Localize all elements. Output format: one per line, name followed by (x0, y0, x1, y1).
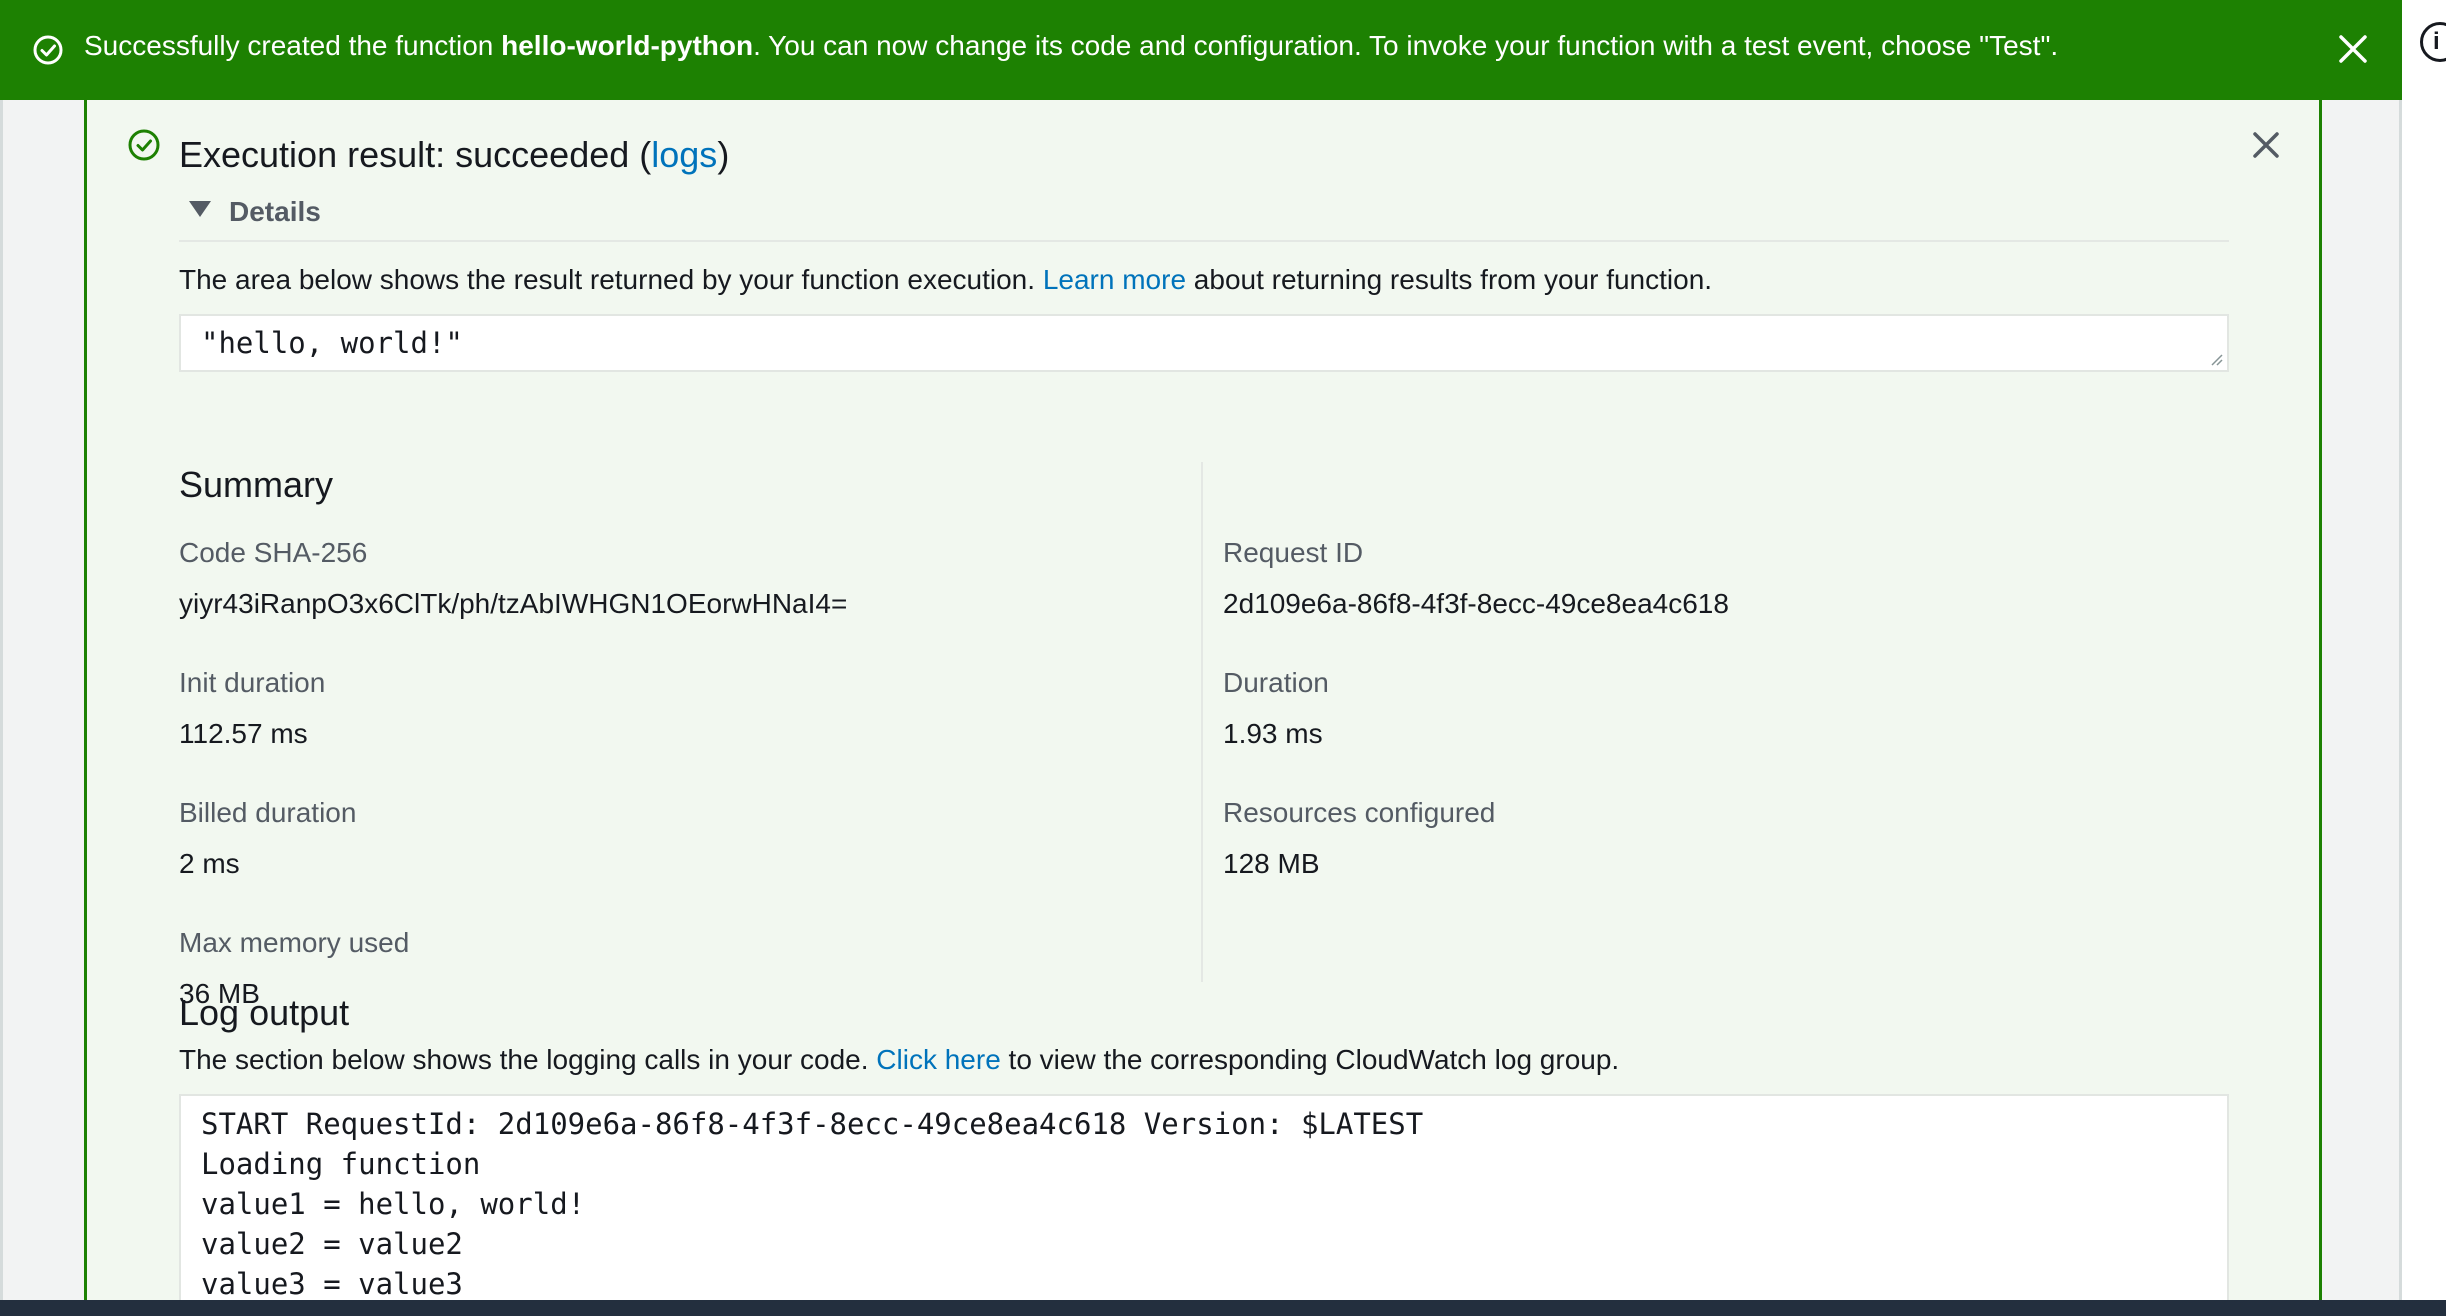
flash-message-prefix: Successfully created the function (84, 30, 502, 61)
log-desc-suffix: to view the corresponding CloudWatch log… (1000, 1044, 1620, 1075)
dismiss-flash-close-icon[interactable] (2336, 32, 2370, 66)
details-label: Details (229, 196, 321, 227)
init-duration-value: 112.57 ms (179, 718, 308, 749)
summary-column-divider (1201, 462, 1203, 982)
info-icon[interactable]: i (2420, 22, 2446, 62)
learn-more-link[interactable]: Learn more (1043, 264, 1186, 295)
click-here-link[interactable]: Click here (876, 1044, 1000, 1075)
log-line: value2 = value2 (201, 1227, 463, 1261)
log-desc-prefix: The section below shows the logging call… (179, 1044, 877, 1075)
result-desc-prefix: The area below shows the result returned… (179, 264, 1043, 295)
logs-link[interactable]: logs (651, 134, 717, 175)
execution-result-title: Execution result: succeeded (logs) (179, 134, 729, 176)
result-desc-suffix: about returning results from your functi… (1186, 264, 1713, 295)
resources-configured-value: 128 MB (1223, 848, 1320, 879)
duration-value: 1.93 ms (1223, 718, 1323, 749)
code-sha-value: yiyr43iRanpO3x6ClTk/ph/tzAbIWHGN1OEorwHN… (179, 588, 848, 619)
billed-duration-label: Billed duration (179, 797, 357, 828)
success-flash-banner: Successfully created the function hello-… (0, 0, 2402, 100)
log-line: Loading function (201, 1147, 481, 1181)
request-id-value: 2d109e6a-86f8-4f3f-8ecc-49ce8ea4c618 (1223, 588, 1729, 619)
log-line: START RequestId: 2d109e6a-86f8-4f3f-8ecc… (201, 1107, 1424, 1141)
success-check-icon (33, 35, 63, 65)
log-output-heading: Log output (179, 992, 350, 1033)
max-memory-label: Max memory used (179, 927, 410, 958)
title-prefix: Execution result: succeeded ( (179, 134, 652, 175)
request-id-label: Request ID (1223, 537, 1364, 568)
result-description: The area below shows the result returned… (179, 264, 1712, 296)
resize-grip-icon[interactable] (2209, 352, 2223, 366)
close-result-icon[interactable] (2249, 128, 2283, 162)
billed-duration-value: 2 ms (179, 848, 240, 879)
resources-configured-label: Resources configured (1223, 797, 1496, 828)
flash-message-suffix: . You can now change its code and config… (753, 30, 2059, 61)
flash-message: Successfully created the function hello-… (84, 30, 2058, 62)
bottom-bar (0, 1300, 2446, 1316)
details-toggle[interactable]: Details (189, 196, 321, 228)
log-description: The section below shows the logging call… (179, 1044, 1619, 1076)
flash-function-name: hello-world-python (501, 30, 754, 61)
duration-label: Duration (1223, 667, 1329, 698)
init-duration-label: Init duration (179, 667, 326, 698)
result-output-text: "hello, world!" (201, 326, 463, 360)
execution-result-panel: Execution result: succeeded (logs) Detai… (84, 100, 2322, 1314)
log-line: value3 = value3 (201, 1267, 463, 1301)
succeeded-check-icon (128, 129, 160, 161)
summary-heading: Summary (179, 464, 334, 505)
log-line: value1 = hello, world! (201, 1187, 586, 1221)
code-sha-label: Code SHA-256 (179, 537, 368, 568)
caret-down-icon (189, 201, 211, 217)
log-output-box[interactable]: START RequestId: 2d109e6a-86f8-4f3f-8ecc… (179, 1094, 2229, 1314)
title-suffix: ) (717, 134, 730, 175)
result-output-box[interactable]: "hello, world!" (179, 314, 2229, 372)
divider (179, 240, 2229, 242)
